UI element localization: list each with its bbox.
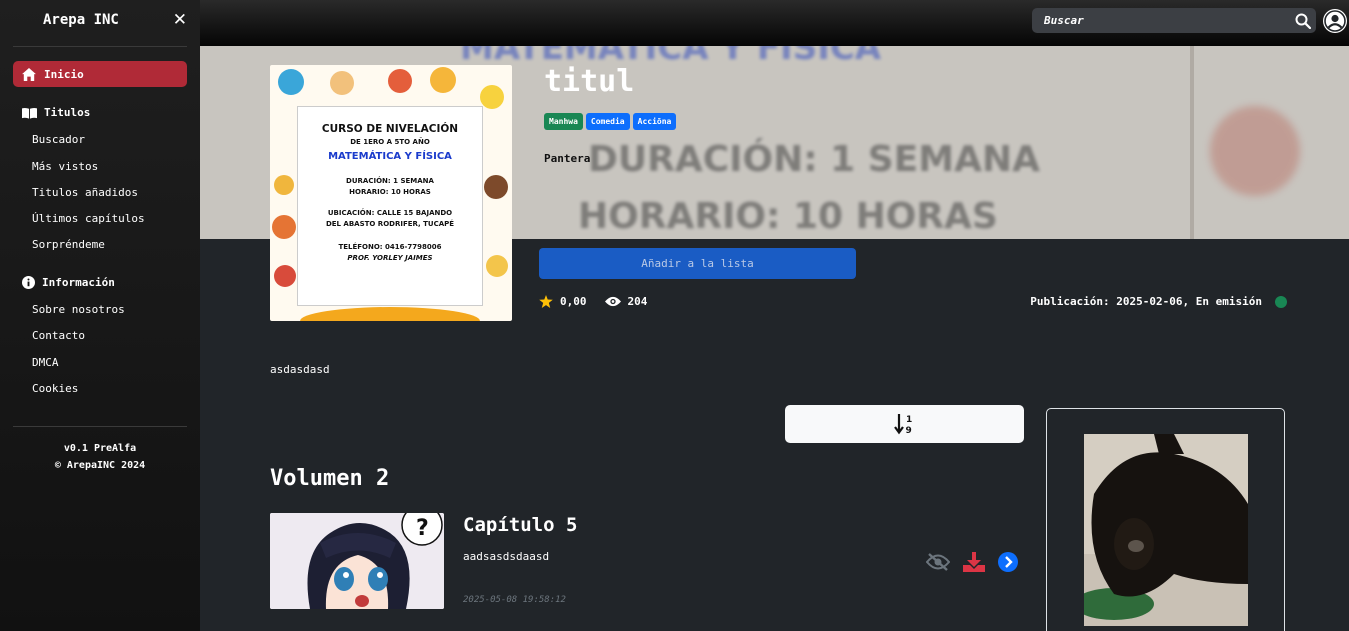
sidebar-item-sobre-nosotros[interactable]: Sobre nosotros bbox=[32, 303, 125, 316]
sort-icon: 1 9 bbox=[893, 414, 912, 436]
chapter-date: 2025-05-08 19:58:12 bbox=[463, 595, 566, 605]
cover-image: CURSO DE NIVELACIÓN DE 1ERO A 5TO AÑO MA… bbox=[270, 65, 512, 321]
download-icon[interactable] bbox=[963, 552, 985, 572]
chapter-title[interactable]: Capítulo 5 bbox=[463, 514, 577, 536]
tag-comedia[interactable]: Comedia bbox=[585, 113, 630, 130]
sidebar-footer: v0.1 PreAlfa © ArepaINC 2024 bbox=[0, 440, 200, 474]
stats-row: 0,00 204 bbox=[539, 295, 665, 308]
sidebar-item-home[interactable]: Inicio bbox=[13, 61, 187, 87]
rating-value: 0,00 bbox=[560, 295, 587, 308]
svg-text:9: 9 bbox=[905, 426, 911, 436]
sidebar-item-ultimos-capitulos[interactable]: Últimos capítulos bbox=[32, 212, 145, 225]
cover-text: DEL ABASTO RODRIFER, TUCAPÉ bbox=[325, 220, 455, 228]
sidebar-section-label: Titulos bbox=[44, 106, 91, 119]
status-dot bbox=[1275, 295, 1287, 308]
home-icon bbox=[22, 67, 36, 81]
cover-text: UBICACIÓN: CALLE 15 BAJANDO bbox=[327, 209, 453, 217]
version-text: v0.1 PreAlfa bbox=[63, 443, 137, 454]
copyright-text: © ArepaINC 2024 bbox=[54, 460, 146, 471]
cover-text: DURACIÓN: 1 SEMANA bbox=[346, 177, 434, 185]
brand-name: Arepa INC bbox=[43, 12, 119, 28]
sidebar-item-cookies[interactable]: Cookies bbox=[32, 382, 78, 395]
sidebar-section-label: Información bbox=[42, 276, 115, 289]
search-box bbox=[1032, 8, 1316, 33]
chapter-subtitle: aadsasdsdaasd bbox=[463, 550, 550, 563]
chapter-actions bbox=[926, 552, 1018, 572]
sidebar-divider bbox=[13, 426, 187, 427]
sidebar-section-info: Información bbox=[22, 276, 115, 289]
sidebar-item-sorprendeme[interactable]: Sorpréndeme bbox=[32, 238, 105, 251]
side-card bbox=[1046, 408, 1285, 631]
genre-tags: Manhwa Comedia Acciōna bbox=[544, 113, 677, 130]
cover-poster: CURSO DE NIVELACIÓN DE 1ERO A 5TO AÑO MA… bbox=[297, 106, 483, 306]
user-icon[interactable] bbox=[1323, 9, 1347, 33]
book-icon bbox=[22, 107, 37, 119]
eye-icon bbox=[604, 296, 621, 307]
cover-text: MATEMÁTICA Y FÍSICA bbox=[328, 151, 452, 162]
sidebar-item-dmca[interactable]: DMCA bbox=[32, 356, 59, 369]
info-icon bbox=[22, 276, 35, 289]
sidebar-item-contacto[interactable]: Contacto bbox=[32, 329, 85, 342]
cat-image[interactable] bbox=[1084, 434, 1248, 626]
cover-text: DE 1ERO A 5TO AÑO bbox=[350, 138, 430, 146]
sort-button[interactable]: 1 9 bbox=[785, 405, 1024, 443]
page-title: titul bbox=[544, 64, 635, 99]
add-to-list-button[interactable]: Añadir a la lista bbox=[539, 248, 856, 279]
search-icon[interactable] bbox=[1290, 13, 1316, 29]
cover-text: PROF. YORLEY JAIMES bbox=[347, 254, 433, 262]
sidebar-item-mas-vistos[interactable]: Más vistos bbox=[32, 160, 98, 173]
cover-text: HORARIO: 10 HORAS bbox=[349, 188, 431, 196]
cover-text: TELÉFONO: 0416-7798006 bbox=[338, 243, 442, 251]
author-name[interactable]: Pantera bbox=[544, 152, 590, 165]
star-icon bbox=[539, 295, 553, 308]
sidebar-header: Arepa INC ✕ bbox=[13, 0, 187, 47]
publication-text: Publicación: 2025-02-06, En emisión bbox=[1030, 295, 1262, 308]
chapter-thumbnail[interactable]: ? bbox=[270, 513, 444, 609]
publication-info: Publicación: 2025-02-06, En emisión bbox=[1030, 295, 1287, 308]
description: asdasdasd bbox=[270, 363, 330, 376]
tag-manhwa[interactable]: Manhwa bbox=[544, 113, 583, 130]
close-icon[interactable]: ✕ bbox=[173, 10, 187, 30]
cover-text: CURSO DE NIVELACIÓN bbox=[321, 123, 459, 135]
svg-text:?: ? bbox=[416, 516, 429, 541]
views-value: 204 bbox=[627, 295, 648, 308]
search-input[interactable] bbox=[1032, 14, 1290, 27]
arrow-right-circle-icon[interactable] bbox=[998, 552, 1018, 572]
tag-acciona[interactable]: Acciōna bbox=[632, 113, 677, 130]
sidebar-item-titulos-anadidos[interactable]: Titulos añadidos bbox=[32, 186, 138, 199]
svg-text:1: 1 bbox=[906, 415, 912, 425]
topbar bbox=[200, 0, 1349, 46]
sidebar: Arepa INC ✕ Inicio Titulos Buscador Más … bbox=[0, 0, 200, 631]
sidebar-item-label: Inicio bbox=[44, 67, 84, 81]
volume-title: Volumen 2 bbox=[270, 466, 390, 491]
eye-slash-icon[interactable] bbox=[926, 553, 950, 571]
sidebar-item-buscador[interactable]: Buscador bbox=[32, 133, 85, 146]
sidebar-section-titles: Titulos bbox=[22, 106, 90, 119]
